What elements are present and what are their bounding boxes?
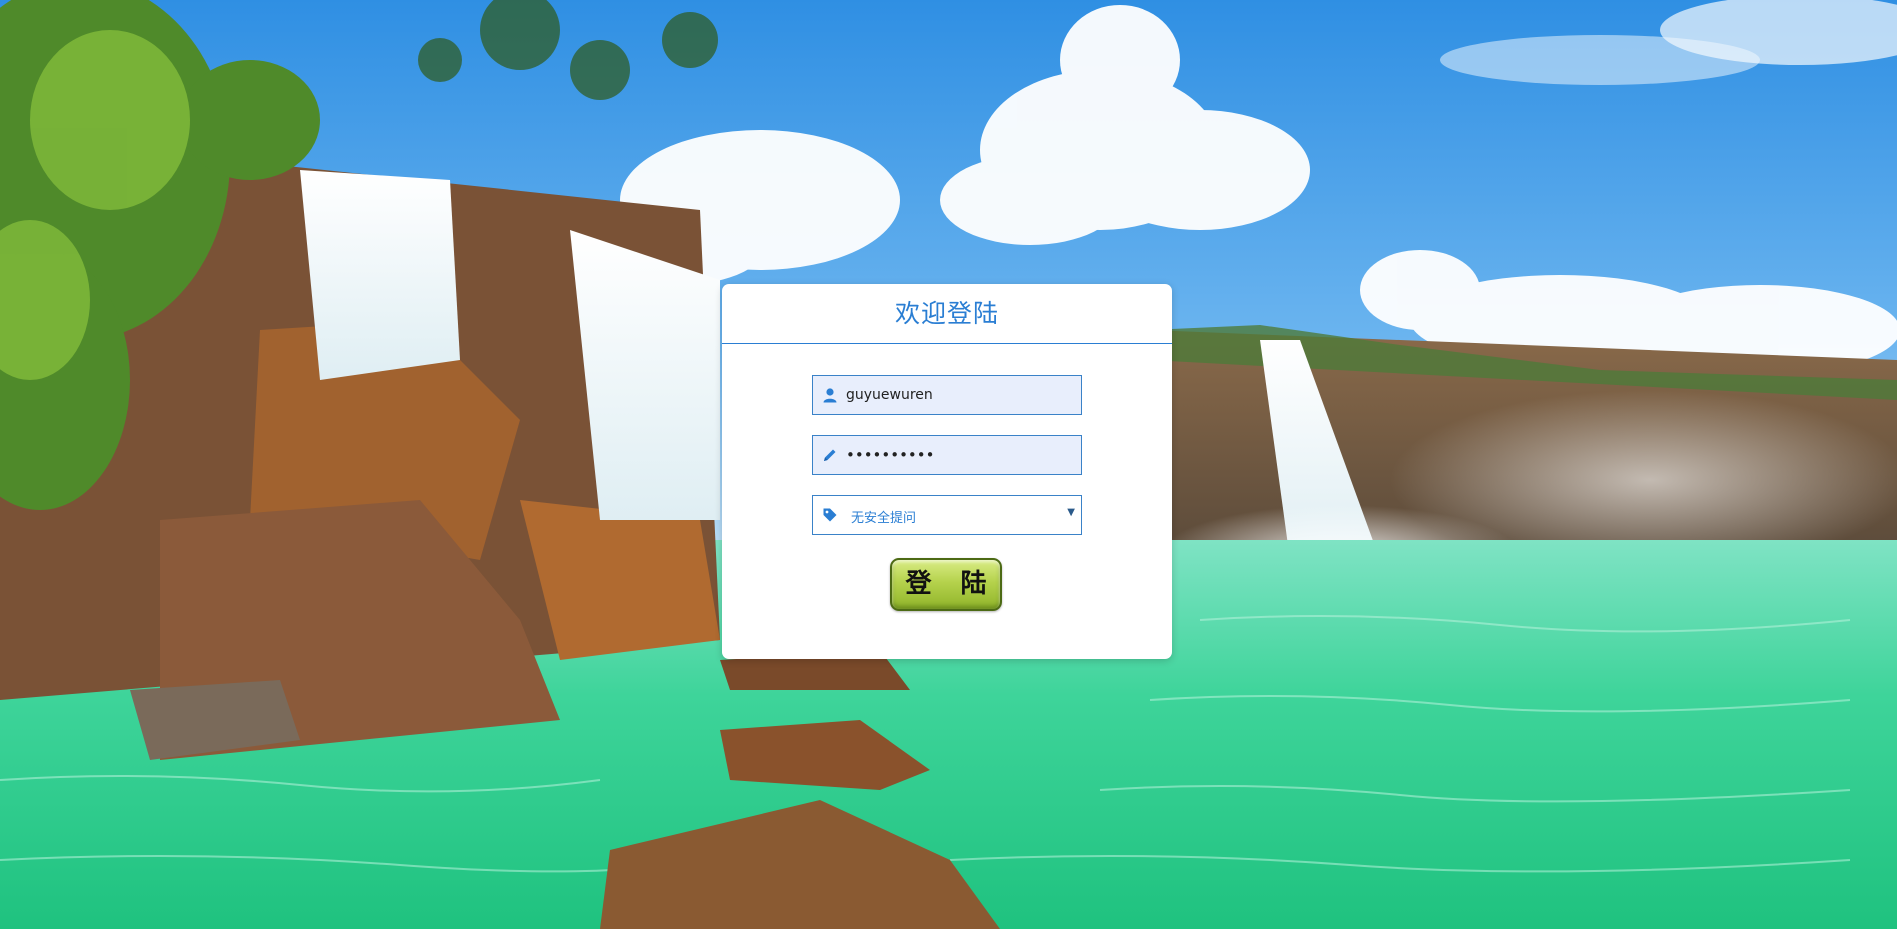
login-panel: 欢迎登陆 无安全提问 ▼ 登 陆 (722, 284, 1172, 659)
login-title: 欢迎登陆 (722, 284, 1172, 344)
username-field[interactable] (812, 375, 1082, 415)
username-input[interactable] (846, 376, 1076, 414)
password-field[interactable] (812, 435, 1082, 475)
dropdown-caret-icon: ▼ (1067, 507, 1075, 518)
login-button[interactable]: 登 陆 (890, 558, 1002, 611)
security-question-value: 无安全提问 (851, 511, 917, 526)
pencil-icon (824, 449, 836, 461)
user-icon (823, 388, 837, 403)
tag-icon (823, 508, 837, 522)
security-question-select[interactable]: 无安全提问 ▼ (812, 495, 1082, 535)
password-input[interactable] (846, 436, 1076, 474)
